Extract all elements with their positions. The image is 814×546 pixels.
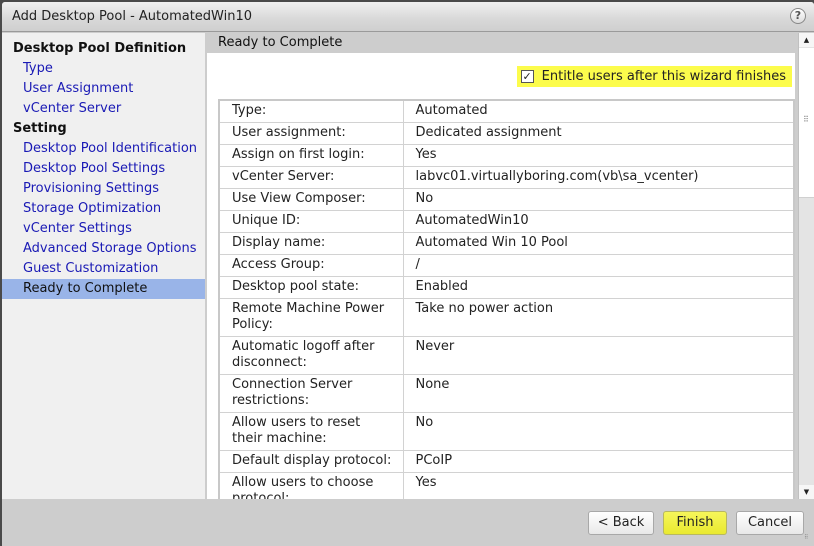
entitle-users-label: Entitle users after this wizard finishes [541, 69, 786, 84]
summary-table: Type: Automated User assignment: Dedicated … [218, 99, 795, 499]
sidebar-item-user-assignment[interactable]: User Assignment [2, 79, 205, 99]
add-desktop-pool-dialog: Add Desktop Pool - AutomatedWin10 ? Desk… [2, 2, 814, 546]
summary-key: Connection Server restrictions: [218, 374, 404, 413]
summary-key: vCenter Server: [218, 166, 404, 189]
summary-row: vCenter Server: labvc01.virtuallyboring.c… [218, 166, 795, 189]
summary-key: Allow users to reset their machine: [218, 412, 404, 451]
summary-value: labvc01.virtuallyboring.com(vb\sa_vcente… [402, 166, 795, 189]
sidebar-item-guest-customization[interactable]: Guest Customization [2, 259, 205, 279]
section-desktop-pool-definition: Desktop Pool Definition [13, 41, 187, 56]
summary-row: Connection Server restrictions: None [218, 374, 795, 413]
entitle-users-option[interactable]: ✓ Entitle users after this wizard finish… [516, 66, 792, 87]
summary-value: AutomatedWin10 [402, 210, 795, 233]
sidebar-item-desktop-pool-settings[interactable]: Desktop Pool Settings [2, 159, 205, 179]
sidebar-item-vcenter-server[interactable]: vCenter Server [2, 99, 205, 119]
summary-key: Type: [218, 99, 404, 123]
summary-row: Remote Machine Power Policy: Take no powe… [218, 298, 795, 337]
summary-row: User assignment: Dedicated assignment [218, 122, 795, 145]
summary-value: Automated Win 10 Pool [402, 232, 795, 255]
cancel-button[interactable]: Cancel [736, 511, 804, 535]
summary-key: Display name: [218, 232, 404, 255]
scroll-up-arrow-icon[interactable]: ▲ [799, 33, 814, 47]
summary-value: Yes [402, 144, 795, 167]
summary-row: Unique ID: AutomatedWin10 [218, 210, 795, 233]
summary-value: Never [402, 336, 795, 375]
sidebar-item-provisioning-settings[interactable]: Provisioning Settings [2, 179, 205, 199]
sidebar-item-desktop-pool-identification[interactable]: Desktop Pool Identification [2, 139, 205, 159]
summary-key: Access Group: [218, 254, 404, 277]
wizard-steps-sidebar: Desktop Pool Definition Type User Assign… [2, 33, 205, 499]
summary-row: Display name: Automated Win 10 Pool [218, 232, 795, 255]
summary-value: None [402, 374, 795, 413]
sidebar-item-type[interactable]: Type [2, 59, 205, 79]
sidebar-item-vcenter-settings[interactable]: vCenter Settings [2, 219, 205, 239]
sidebar-item-ready-to-complete[interactable]: Ready to Complete [2, 279, 205, 299]
entitle-users-checkbox[interactable]: ✓ [520, 70, 534, 83]
finish-button[interactable]: Finish [663, 511, 727, 535]
summary-value: Yes [402, 472, 795, 499]
back-button[interactable]: < Back [588, 511, 654, 535]
resize-grip-icon[interactable]: ⠿ [804, 535, 812, 544]
summary-value: No [402, 412, 795, 451]
summary-key: Desktop pool state: [218, 276, 404, 299]
sidebar-item-storage-optimization[interactable]: Storage Optimization [2, 199, 205, 219]
summary-key: Automatic logoff after disconnect: [218, 336, 404, 375]
sidebar-item-advanced-storage-options[interactable]: Advanced Storage Options [2, 239, 205, 259]
scroll-thumb[interactable]: ⠿ [799, 48, 814, 198]
title-bar: Add Desktop Pool - AutomatedWin10 ? [2, 2, 814, 32]
summary-row: Default display protocol: PCoIP [218, 450, 795, 473]
help-icon[interactable]: ? [790, 8, 806, 24]
ready-to-complete-panel: Ready to Complete ✓ Entitle users after … [207, 33, 795, 499]
grip-icon: ⠿ [803, 115, 809, 124]
scroll-down-arrow-icon[interactable]: ▼ [799, 485, 814, 499]
summary-key: Unique ID: [218, 210, 404, 233]
content-scrollbar[interactable]: ▲ ⠿ ▼ [798, 33, 814, 499]
summary-key: Allow users to choose protocol: [218, 472, 404, 499]
section-setting: Setting [13, 121, 67, 136]
summary-key: User assignment: [218, 122, 404, 145]
summary-key: Use View Composer: [218, 188, 404, 211]
summary-row: Assign on first login: Yes [218, 144, 795, 167]
summary-row: Desktop pool state: Enabled [218, 276, 795, 299]
summary-value: No [402, 188, 795, 211]
window-title: Add Desktop Pool - AutomatedWin10 [12, 9, 253, 24]
dialog-footer: < Back Finish Cancel ⠿ [2, 499, 814, 546]
summary-value: Automated [402, 99, 795, 123]
summary-value: / [402, 254, 795, 277]
summary-value: Dedicated assignment [402, 122, 795, 145]
summary-row: Allow users to choose protocol: Yes [218, 472, 795, 499]
summary-row: Automatic logoff after disconnect: Never [218, 336, 795, 375]
summary-row: Type: Automated [218, 99, 795, 123]
summary-value: Enabled [402, 276, 795, 299]
summary-value: Take no power action [402, 298, 795, 337]
panel-header: Ready to Complete [207, 33, 795, 53]
summary-value: PCoIP [402, 450, 795, 473]
summary-key: Assign on first login: [218, 144, 404, 167]
summary-row: Allow users to reset their machine: No [218, 412, 795, 451]
summary-key: Default display protocol: [218, 450, 404, 473]
summary-key: Remote Machine Power Policy: [218, 298, 404, 337]
summary-row: Use View Composer: No [218, 188, 795, 211]
summary-row: Access Group: / [218, 254, 795, 277]
